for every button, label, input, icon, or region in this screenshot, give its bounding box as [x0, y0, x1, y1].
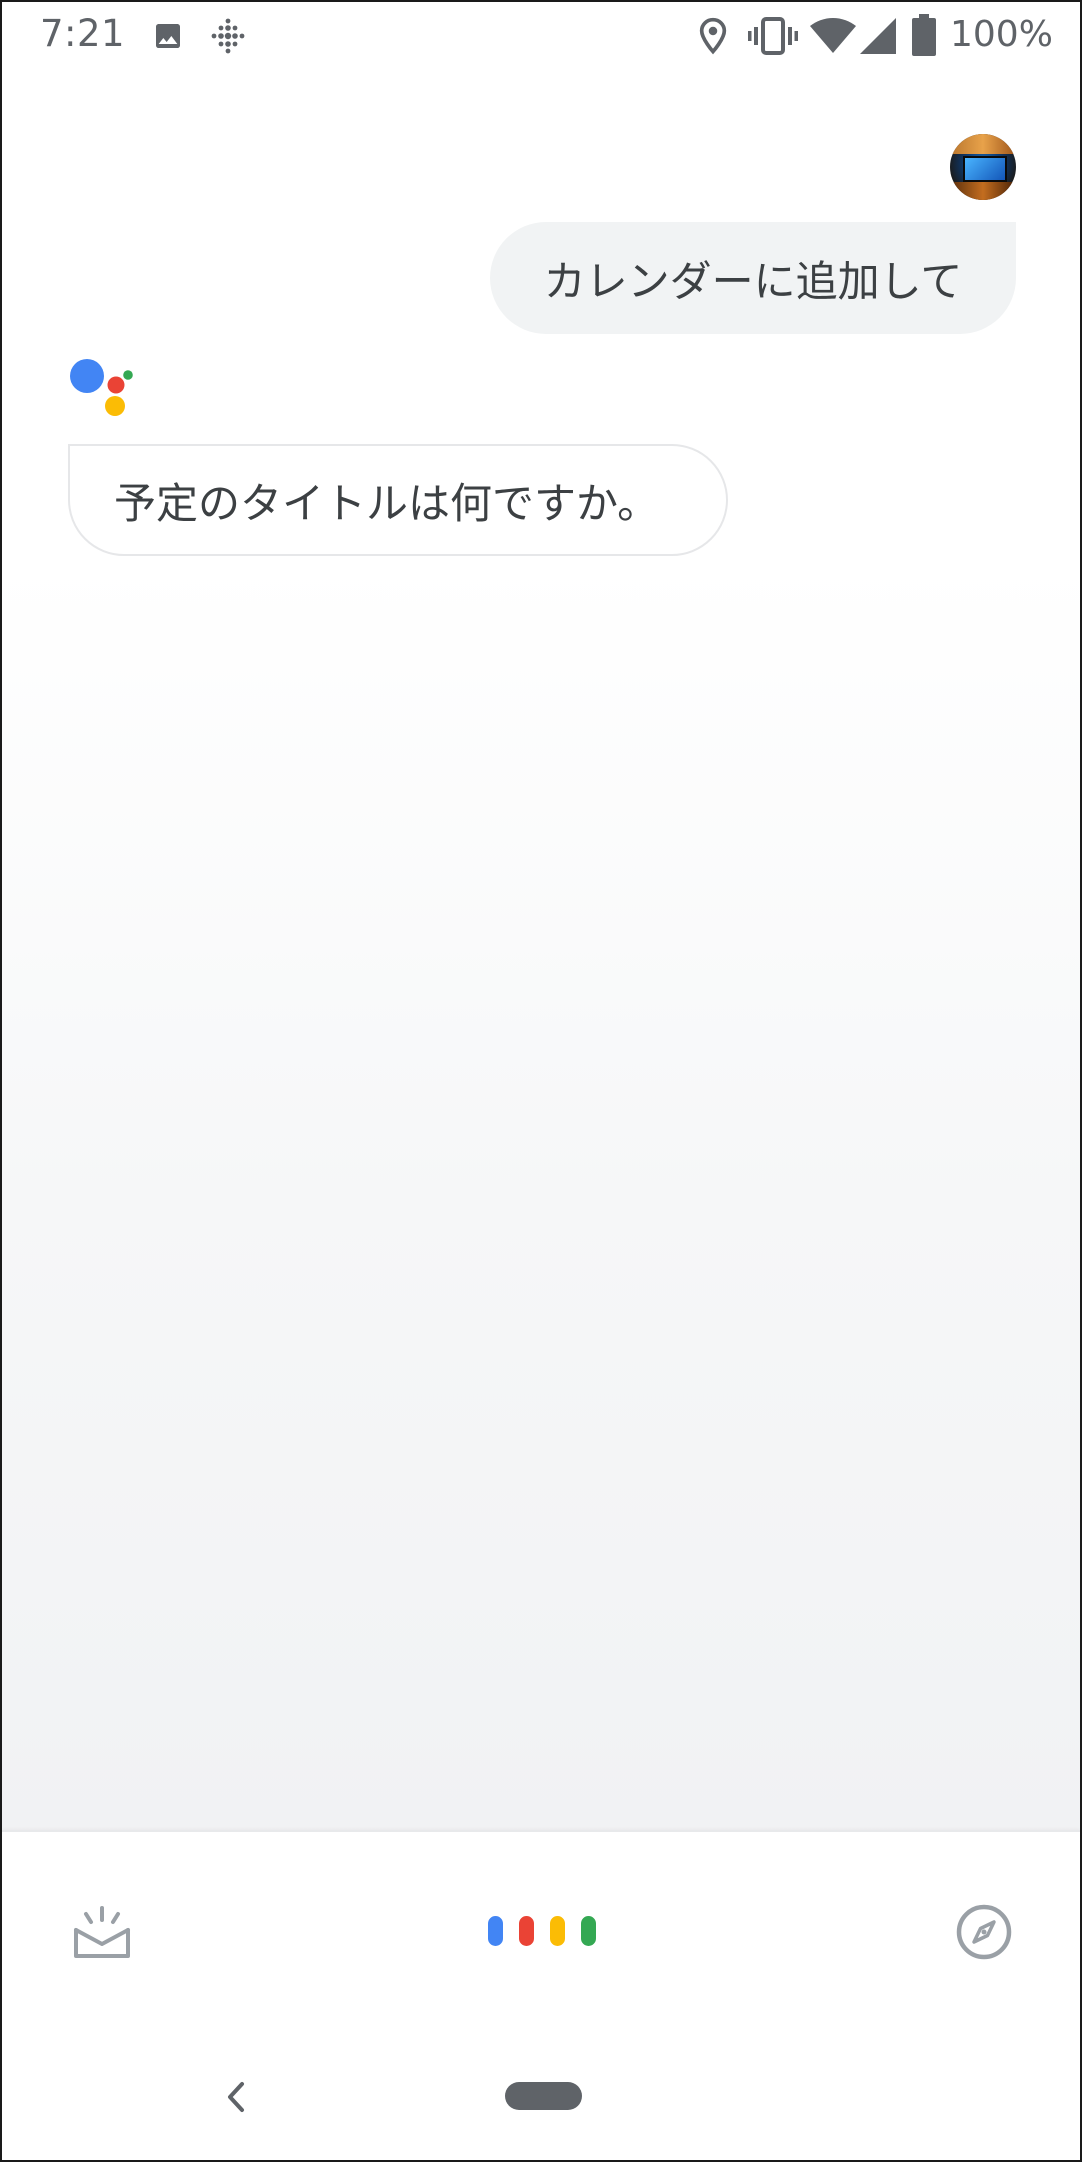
mic-dot-green	[581, 1916, 596, 1946]
user-avatar[interactable]	[950, 134, 1016, 200]
assistant-message-text: 予定のタイトルは何ですか。	[114, 478, 660, 528]
status-bar: 7:21 100%	[2, 2, 1080, 72]
vibrate-icon	[748, 17, 798, 55]
back-icon[interactable]	[224, 2080, 248, 2114]
assistant-mic-button[interactable]	[488, 1916, 598, 1946]
mic-dot-yellow	[550, 1916, 565, 1946]
assistant-message-bubble: 予定のタイトルは何ですか。	[68, 444, 728, 556]
wifi-icon	[810, 18, 856, 53]
assistant-screen: 7:21 100% カレンダーに追加して 予定のタイトルは何ですか。	[0, 0, 1082, 2162]
battery-percent: 100%	[950, 14, 1053, 55]
location-icon	[699, 17, 727, 55]
mic-dot-blue	[488, 1916, 503, 1946]
home-pill[interactable]	[505, 2082, 582, 2110]
image-icon	[156, 24, 180, 48]
signal-icon	[860, 18, 896, 54]
battery-icon	[912, 14, 936, 56]
google-assistant-logo-icon	[70, 359, 133, 416]
user-message-text: カレンダーに追加して	[543, 256, 963, 306]
fitbit-icon	[211, 18, 245, 54]
user-message-bubble[interactable]: カレンダーに追加して	[490, 222, 1016, 334]
snapshot-icon[interactable]	[72, 1904, 132, 1960]
status-time: 7:21	[40, 12, 126, 55]
mic-dot-red	[519, 1916, 534, 1946]
explore-compass-icon[interactable]	[956, 1904, 1012, 1960]
